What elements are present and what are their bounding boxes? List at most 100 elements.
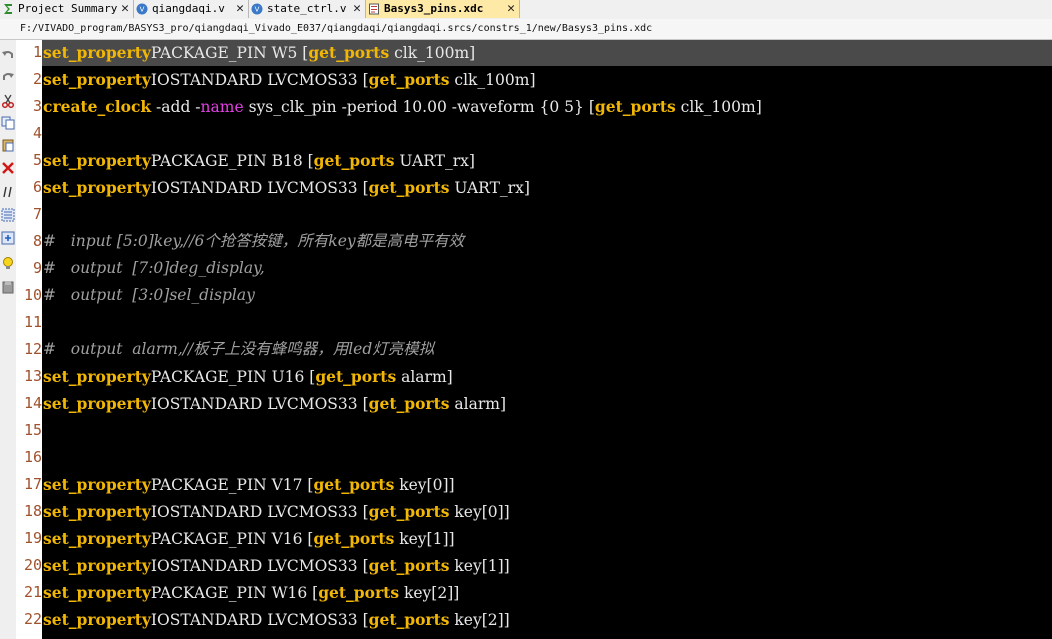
text-token: IOSTANDARD LVCMOS33 [ xyxy=(150,503,369,521)
select-all-icon[interactable] xyxy=(1,208,15,222)
comment-token: # input [5:0]key,//6个抢答按键，所有key都是高电平有效 xyxy=(43,232,465,250)
keyword-token: set_property xyxy=(43,502,151,521)
text-token: UART_rx] xyxy=(449,179,530,197)
code-line[interactable] xyxy=(42,120,1052,147)
code-line[interactable]: set_propertyIOSTANDARD LVCMOS33 [get_por… xyxy=(42,390,1052,417)
line-number: 5 xyxy=(32,151,42,169)
text-token: UART_rx] xyxy=(394,152,475,170)
code-line[interactable]: # input [5:0]key,//6个抢答按键，所有key都是高电平有效 xyxy=(42,228,1052,255)
line-number: 6 xyxy=(32,178,42,196)
cut-icon[interactable] xyxy=(1,94,15,108)
keyword-token: get_ports xyxy=(368,394,450,413)
tab-label: Project Summary xyxy=(18,2,118,15)
tab-project-summary[interactable]: Project Summary ✕ xyxy=(0,0,134,18)
editor-tab-bar: Project Summary ✕ V qiangdaqi.v ✕ V stat… xyxy=(0,0,1052,20)
line-number: 12 xyxy=(23,340,42,358)
line-number: 17 xyxy=(23,475,42,493)
keyword-token: get_ports xyxy=(313,475,395,494)
keyword-token: get_ports xyxy=(313,151,395,170)
code-line[interactable]: # output [7:0]deg_display, xyxy=(42,255,1052,282)
paste-icon[interactable] xyxy=(1,138,15,152)
text-token: key[0]] xyxy=(449,503,510,521)
code-editor[interactable]: 1 2 3 4 5 6 7 8 9 10 11 12 13 14 15 16 17 18 19 20 21 22 set_… xyxy=(16,40,1052,639)
tab-state-ctrl-v[interactable]: V state_ctrl.v ✕ xyxy=(249,0,366,18)
line-number: 4 xyxy=(32,124,42,142)
code-line[interactable] xyxy=(42,444,1052,471)
verilog-file-icon: V xyxy=(136,3,148,15)
text-token: clk_100m] xyxy=(389,44,476,62)
line-number: 9 xyxy=(32,259,42,277)
code-line[interactable] xyxy=(42,309,1052,336)
comment-icon[interactable] xyxy=(1,185,15,199)
copy-icon[interactable] xyxy=(1,116,15,130)
close-icon[interactable]: ✕ xyxy=(236,0,244,17)
text-token: PACKAGE_PIN W16 [ xyxy=(150,584,319,602)
text-token: alarm] xyxy=(449,395,506,413)
code-line[interactable]: set_propertyPACKAGE_PIN B18 [get_ports U… xyxy=(42,147,1052,174)
code-line[interactable]: set_propertyIOSTANDARD LVCMOS33 [get_por… xyxy=(42,174,1052,201)
delete-icon[interactable] xyxy=(1,161,15,175)
code-line[interactable]: create_clock -add -name sys_clk_pin -per… xyxy=(42,93,1052,120)
code-line[interactable]: set_propertyPACKAGE_PIN U16 [get_ports a… xyxy=(42,363,1052,390)
text-token: key[1]] xyxy=(449,557,510,575)
code-line[interactable] xyxy=(42,201,1052,228)
keyword-token: get_ports xyxy=(368,502,450,521)
line-number: 10 xyxy=(23,286,42,304)
code-line[interactable]: # output [3:0]sel_display xyxy=(42,282,1052,309)
undo-icon[interactable] xyxy=(1,48,15,62)
code-line[interactable]: set_propertyPACKAGE_PIN W5 [get_ports cl… xyxy=(42,40,1052,66)
code-line[interactable]: set_propertyPACKAGE_PIN W16 [get_ports k… xyxy=(42,579,1052,606)
code-line[interactable]: set_propertyIOSTANDARD LVCMOS33 [get_por… xyxy=(42,498,1052,525)
line-number: 3 xyxy=(32,97,42,115)
code-line[interactable] xyxy=(42,417,1052,444)
close-icon[interactable]: ✕ xyxy=(121,0,129,17)
keyword-token: get_ports xyxy=(368,70,450,89)
bookmark-icon[interactable] xyxy=(1,280,15,294)
line-number: 1 xyxy=(32,43,42,61)
code-line[interactable]: set_propertyPACKAGE_PIN V17 [get_ports k… xyxy=(42,471,1052,498)
comment-token: # output alarm,//板子上没有蜂鸣器，用led灯亮模拟 xyxy=(43,340,435,358)
line-number: 13 xyxy=(23,367,42,385)
code-line[interactable]: set_propertyIOSTANDARD LVCMOS33 [get_por… xyxy=(42,606,1052,633)
keyword-token: get_ports xyxy=(315,367,397,386)
keyword-token: get_ports xyxy=(313,529,395,548)
line-number: 16 xyxy=(23,448,42,466)
keyword-token: set_property xyxy=(43,475,151,494)
text-token: key[1]] xyxy=(394,530,455,548)
keyword-token: get_ports xyxy=(368,610,450,629)
tab-label: Basys3_pins.xdc xyxy=(384,2,484,15)
code-line[interactable]: set_propertyPACKAGE_PIN V16 [get_ports k… xyxy=(42,525,1052,552)
close-icon[interactable]: ✕ xyxy=(507,0,515,17)
text-token: IOSTANDARD LVCMOS33 [ xyxy=(150,71,369,89)
line-number: 21 xyxy=(23,583,42,601)
code-line[interactable]: # output alarm,//板子上没有蜂鸣器，用led灯亮模拟 xyxy=(42,336,1052,363)
bulb-icon[interactable] xyxy=(1,256,15,270)
redo-icon[interactable] xyxy=(1,70,15,84)
keyword-token: set_property xyxy=(43,151,151,170)
tab-basys3-pins-xdc[interactable]: Basys3_pins.xdc ✕ xyxy=(366,0,520,18)
code-line[interactable]: set_propertyIOSTANDARD LVCMOS33 [get_por… xyxy=(42,552,1052,579)
text-token: PACKAGE_PIN W5 [ xyxy=(150,44,309,62)
text-token: clk_100m] xyxy=(449,71,536,89)
insert-icon[interactable] xyxy=(1,231,15,245)
text-token: -add - xyxy=(151,98,201,116)
tab-label: qiangdaqi.v xyxy=(152,2,225,15)
keyword-token: set_property xyxy=(43,367,151,386)
text-token: key[0]] xyxy=(394,476,455,494)
keyword-token: set_property xyxy=(43,556,151,575)
line-number: 7 xyxy=(32,205,42,223)
code-line[interactable]: set_propertyIOSTANDARD LVCMOS33 [get_por… xyxy=(42,66,1052,93)
text-token: sys_clk_pin -period 10.00 -waveform {0 5… xyxy=(243,98,595,116)
tab-qiangdaqi-v[interactable]: V qiangdaqi.v ✕ xyxy=(134,0,249,18)
keyword-token: set_property xyxy=(43,529,151,548)
line-number: 19 xyxy=(23,529,42,547)
file-path: F:/VIVADO_program/BASYS3_pro/qiangdaqi_V… xyxy=(20,23,653,34)
keyword-token: set_property xyxy=(43,178,151,197)
text-token: PACKAGE_PIN U16 [ xyxy=(150,368,316,386)
close-icon[interactable]: ✕ xyxy=(353,0,361,17)
line-number: 11 xyxy=(23,313,42,331)
keyword-token: set_property xyxy=(43,70,151,89)
svg-text:V: V xyxy=(255,6,260,14)
tab-label: state_ctrl.v xyxy=(267,2,347,15)
line-number: 22 xyxy=(23,610,42,628)
